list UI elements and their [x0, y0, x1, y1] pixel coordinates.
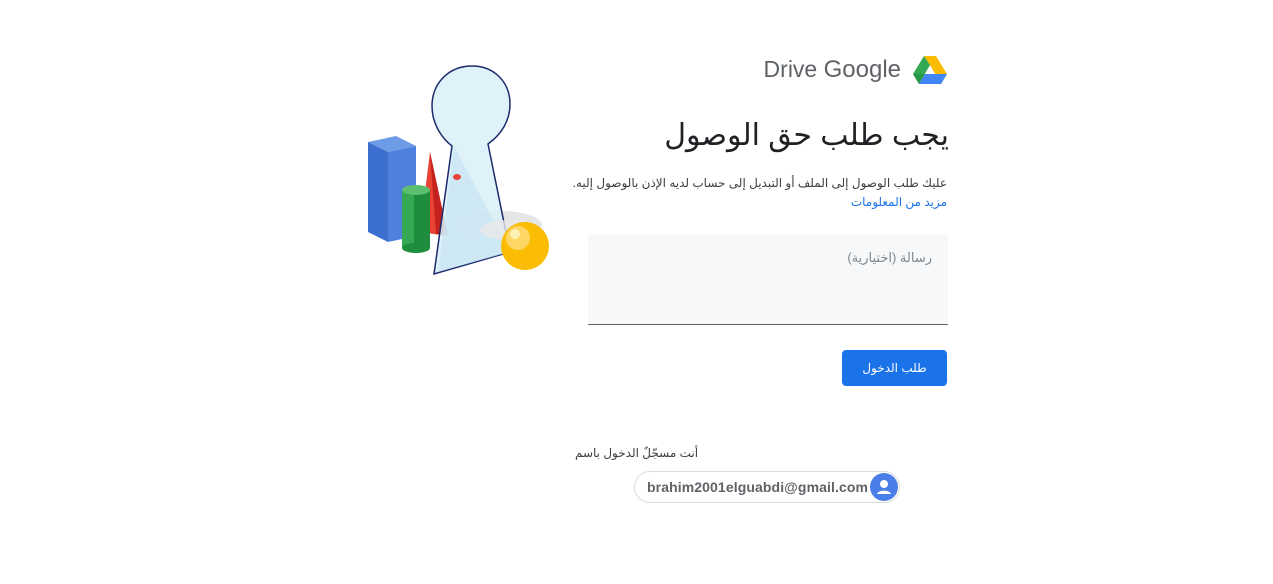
access-description: عليك طلب الوصول إلى الملف أو التبديل إلى…: [567, 174, 947, 212]
person-avatar-icon: [870, 473, 898, 501]
account-chip[interactable]: brahim2001elguabdi@gmail.com: [634, 471, 900, 503]
logo-product-name: Drive: [763, 56, 818, 82]
keyhole-illustration: [360, 60, 560, 280]
access-description-text: عليك طلب الوصول إلى الملف أو التبديل إلى…: [572, 176, 947, 190]
request-access-button[interactable]: طلب الدخول: [842, 350, 947, 386]
account-email: brahim2001elguabdi@gmail.com: [647, 479, 869, 495]
google-drive-logo: Drive Google: [764, 52, 947, 88]
learn-more-link[interactable]: مزيد من المعلومات: [567, 193, 947, 212]
signed-in-label-row: أنت مسجّلٌ الدخول باسم: [0, 446, 1273, 460]
page-title: يجب طلب حق الوصول: [664, 119, 949, 152]
logo-wordmark: Drive Google: [764, 56, 901, 84]
message-input[interactable]: [588, 234, 948, 324]
access-request-page: Drive Google يجب طلب حق الوصول عليك طلب …: [0, 0, 1273, 584]
message-field-container: [588, 234, 948, 325]
google-drive-logo-icon: [913, 56, 947, 84]
logo-company-name: Google: [823, 56, 901, 83]
signed-in-label: أنت مسجّلٌ الدخول باسم: [574, 446, 699, 460]
